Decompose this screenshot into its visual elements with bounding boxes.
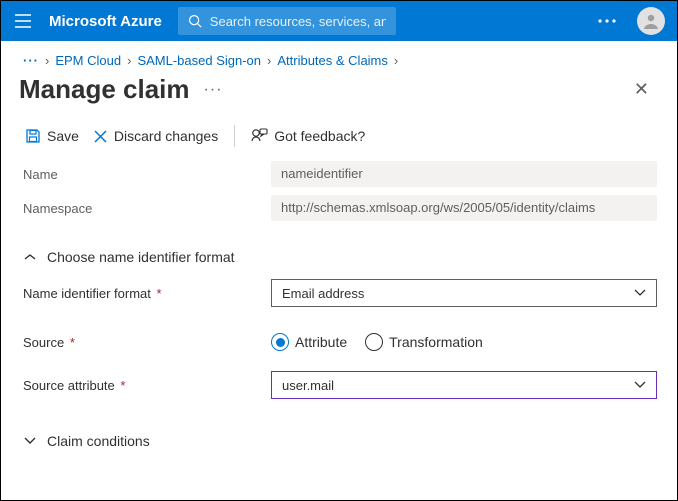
row-source: Source * Attribute Transformation (21, 333, 657, 351)
user-avatar[interactable] (637, 7, 665, 35)
menu-icon[interactable] (9, 7, 37, 35)
command-bar: Save Discard changes Got feedback? (1, 115, 677, 161)
breadcrumb: ··· › EPM Cloud › SAML-based Sign-on › A… (1, 41, 677, 72)
close-button[interactable]: ✕ (626, 75, 657, 104)
select-nid-format-value: Email address (282, 286, 364, 301)
global-search[interactable] (178, 7, 396, 35)
section-name-format[interactable]: Choose name identifier format (21, 229, 657, 279)
row-source-attribute: Source attribute * user.mail (21, 371, 657, 399)
label-name: Name (21, 167, 271, 182)
radio-group-source: Attribute Transformation (271, 333, 483, 351)
input-name: nameidentifier (271, 161, 657, 187)
row-name: Name nameidentifier (21, 161, 657, 187)
save-icon (25, 128, 41, 144)
search-icon (188, 14, 202, 28)
search-input[interactable] (210, 14, 386, 29)
label-source: Source * (21, 335, 271, 350)
chevron-right-icon: › (127, 53, 131, 68)
radio-attribute-label: Attribute (295, 334, 347, 350)
chevron-right-icon: › (267, 53, 271, 68)
save-label: Save (47, 128, 79, 144)
chevron-right-icon: › (45, 53, 49, 68)
breadcrumb-item[interactable]: SAML-based Sign-on (137, 53, 261, 68)
chevron-up-icon (23, 253, 37, 261)
page-title: Manage claim (19, 74, 190, 105)
divider (234, 125, 235, 147)
select-source-attribute[interactable]: user.mail (271, 371, 657, 399)
page-title-row: Manage claim ··· ✕ (1, 72, 677, 115)
discard-icon (93, 129, 108, 144)
chevron-down-icon (634, 289, 646, 297)
breadcrumb-item[interactable]: EPM Cloud (55, 53, 121, 68)
section-format-label: Choose name identifier format (47, 249, 235, 265)
discard-label: Discard changes (114, 128, 218, 144)
chevron-down-icon (634, 381, 646, 389)
title-more-icon[interactable]: ··· (204, 81, 223, 99)
azure-top-bar: Microsoft Azure (1, 1, 677, 41)
save-button[interactable]: Save (25, 128, 79, 144)
radio-source-attribute[interactable]: Attribute (271, 333, 347, 351)
label-namespace: Namespace (21, 201, 271, 216)
manage-claim-form: Name nameidentifier Namespace http://sch… (1, 161, 677, 463)
section-conditions-label: Claim conditions (47, 433, 150, 449)
discard-button[interactable]: Discard changes (93, 128, 218, 144)
radio-source-transformation[interactable]: Transformation (365, 333, 483, 351)
chevron-right-icon: › (394, 53, 398, 68)
radio-transformation-label: Transformation (389, 334, 483, 350)
feedback-label: Got feedback? (274, 128, 365, 144)
input-namespace: http://schemas.xmlsoap.org/ws/2005/05/id… (271, 195, 657, 221)
feedback-icon (251, 128, 268, 144)
brand-label: Microsoft Azure (45, 13, 170, 30)
breadcrumb-overflow[interactable]: ··· (23, 53, 39, 68)
more-icon[interactable] (589, 1, 625, 41)
breadcrumb-item[interactable]: Attributes & Claims (277, 53, 388, 68)
section-claim-conditions[interactable]: Claim conditions (21, 407, 657, 463)
feedback-button[interactable]: Got feedback? (251, 128, 365, 144)
select-nid-format[interactable]: Email address (271, 279, 657, 307)
label-source-attribute: Source attribute * (21, 378, 271, 393)
row-nid-format: Name identifier format * Email address (21, 279, 657, 307)
label-nid-format: Name identifier format * (21, 286, 271, 301)
row-namespace: Namespace http://schemas.xmlsoap.org/ws/… (21, 195, 657, 221)
chevron-down-icon (23, 437, 37, 445)
select-source-attribute-value: user.mail (282, 378, 334, 393)
